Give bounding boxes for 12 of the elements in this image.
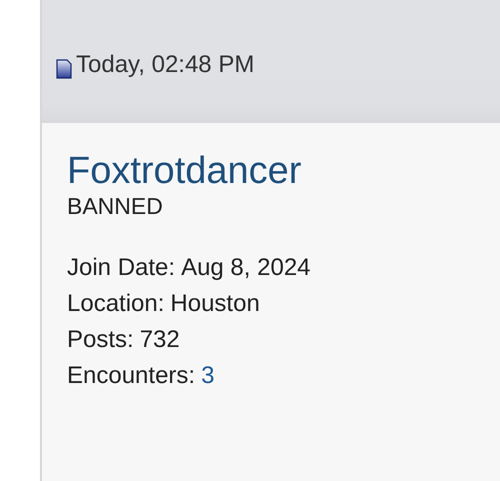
document-icon: [56, 58, 72, 78]
stat-label: Location:: [67, 288, 164, 319]
post-date: Today, 02:48 PM: [76, 50, 254, 78]
username-link[interactable]: Foxtrotdancer: [67, 151, 302, 193]
stat-label: Join Date:: [67, 252, 176, 283]
stat-value: 732: [140, 324, 180, 355]
stat-label: Posts:: [67, 324, 134, 355]
stat-value: Aug 8, 2024: [181, 252, 311, 283]
user-title: BANNED: [67, 192, 163, 220]
stat-value-link[interactable]: 3: [201, 358, 214, 394]
stat-value: Houston: [170, 288, 260, 319]
stat-label: Encounters:: [67, 360, 196, 391]
